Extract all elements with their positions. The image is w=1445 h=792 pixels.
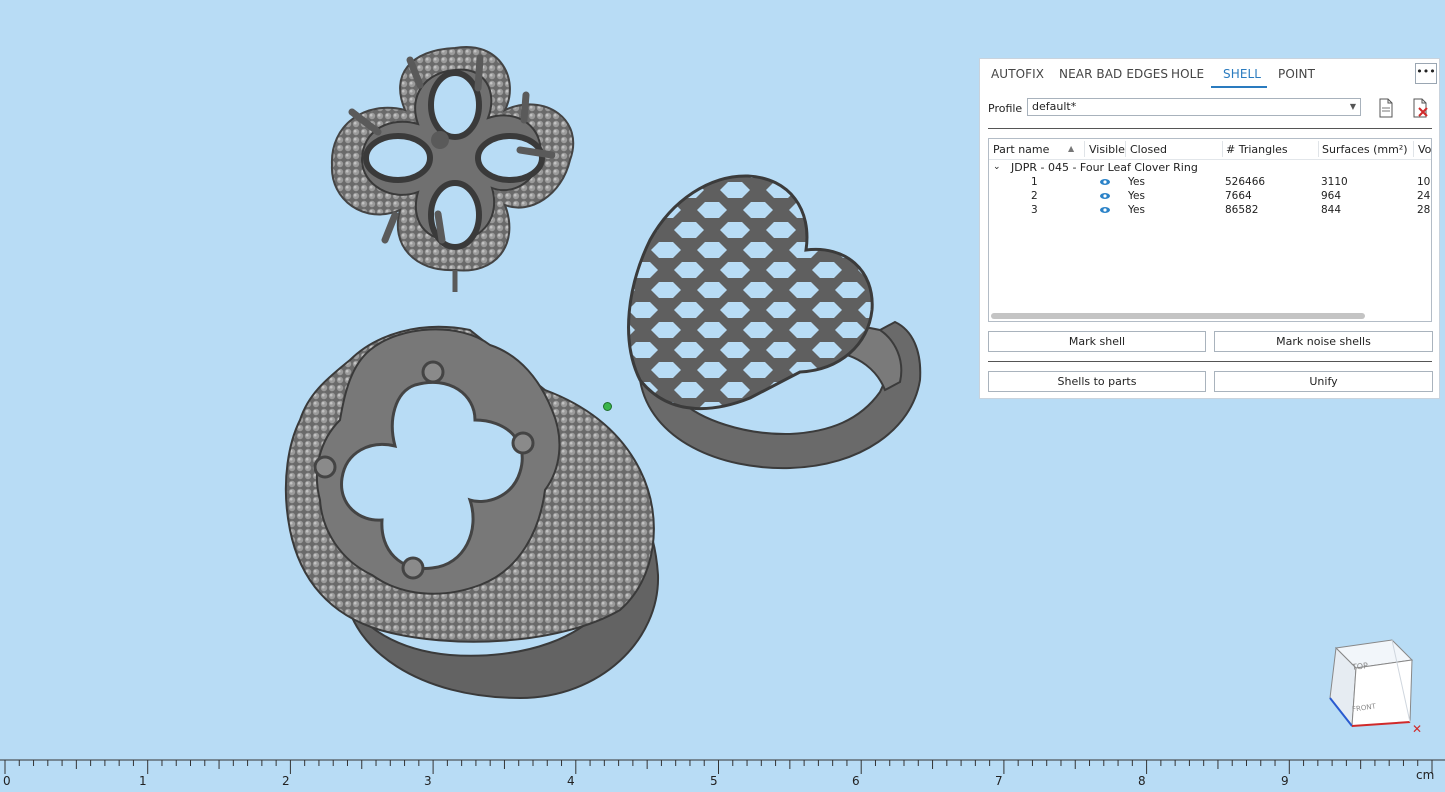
ruler-label: 7	[995, 774, 1003, 788]
shells-to-parts-button[interactable]: Shells to parts	[988, 371, 1206, 392]
sort-ascending-icon: ▲	[1068, 144, 1075, 153]
closed-value: Yes	[1128, 190, 1145, 202]
group-name: JDPR - 045 - Four Leaf Clover Ring	[1011, 161, 1198, 174]
col-triangles[interactable]: # Triangles	[1226, 143, 1288, 156]
shell-table: Part name ▲ Visible Closed # Triangles S…	[988, 138, 1432, 322]
col-surfaces[interactable]: Surfaces (mm²)	[1322, 143, 1408, 156]
divider	[988, 128, 1432, 129]
surfaces-value: 964	[1321, 190, 1342, 202]
tab-hole[interactable]: HOLE	[1171, 67, 1204, 81]
ruler-label: 6	[852, 774, 860, 788]
tab-near-bad-edges[interactable]: NEAR BAD EDGES	[1059, 67, 1168, 81]
tab-autofix[interactable]: AUTOFIX	[991, 67, 1044, 81]
shell-name: 1	[1031, 176, 1038, 188]
chevron-down-icon: ▼	[1349, 102, 1356, 111]
ruler-label: 2	[282, 774, 290, 788]
mark-shell-button[interactable]: Mark shell	[988, 331, 1206, 352]
active-tab-indicator	[1211, 86, 1267, 88]
delete-profile-icon[interactable]	[1411, 98, 1429, 118]
clover-setting-model[interactable]	[330, 45, 575, 292]
closed-value: Yes	[1128, 204, 1145, 216]
col-visible[interactable]: Visible	[1089, 143, 1125, 156]
surfaces-value: 3110	[1321, 176, 1348, 188]
table-header: Part name ▲ Visible Closed # Triangles S…	[989, 139, 1431, 160]
eye-icon[interactable]	[1100, 178, 1110, 186]
ruler-label: 0	[3, 774, 11, 788]
tab-bar: AUTOFIX NEAR BAD EDGES HOLE SHELL POINT …	[980, 59, 1439, 89]
col-closed[interactable]: Closed	[1130, 143, 1167, 156]
profile-label: Profile	[988, 102, 1023, 115]
surfaces-value: 844	[1321, 204, 1342, 216]
column-separator	[1084, 141, 1085, 157]
ruler-label: 9	[1281, 774, 1289, 788]
horizontal-scrollbar[interactable]	[991, 313, 1365, 319]
eye-icon[interactable]	[1100, 206, 1110, 214]
profile-value: default*	[1032, 100, 1077, 113]
chevron-down-icon[interactable]: ⌄	[993, 162, 1001, 172]
ruler-unit: cm	[1416, 768, 1435, 782]
honeycomb-ring-model[interactable]	[627, 174, 922, 470]
volume-value: 287	[1417, 204, 1431, 216]
mark-noise-shells-button[interactable]: Mark noise shells	[1214, 331, 1433, 352]
table-row[interactable]: 3 Yes 86582 844 287	[989, 204, 1431, 218]
triangles-value: 86582	[1225, 204, 1259, 216]
column-separator	[1222, 141, 1223, 157]
view-cube[interactable]: TOP FRONT ✕	[1322, 636, 1422, 746]
volume-value: 109	[1417, 176, 1431, 188]
eye-icon[interactable]	[1100, 192, 1110, 200]
ruler-label: 5	[710, 774, 718, 788]
shell-name: 3	[1031, 204, 1038, 216]
divider	[988, 361, 1432, 362]
ruler-label: 1	[139, 774, 147, 788]
volume-value: 242	[1417, 190, 1431, 202]
unify-button[interactable]: Unify	[1214, 371, 1433, 392]
close-icon[interactable]: ✕	[1412, 722, 1422, 736]
ruler-ticks	[0, 759, 1445, 774]
tab-shell[interactable]: SHELL	[1223, 67, 1261, 81]
more-options-button[interactable]: •••	[1415, 63, 1437, 84]
triangles-value: 526466	[1225, 176, 1266, 188]
fix-panel: AUTOFIX NEAR BAD EDGES HOLE SHELL POINT …	[979, 58, 1440, 399]
pivot-point-marker	[603, 402, 612, 411]
triangles-value: 7664	[1225, 190, 1252, 202]
column-separator	[1318, 141, 1319, 157]
ruler-label: 8	[1138, 774, 1146, 788]
table-row[interactable]: 1 Yes 526466 3110 109	[989, 176, 1431, 190]
beaded-ring-model[interactable]	[284, 325, 660, 700]
ruler: 0 1 2 3 4 5 6 7 8 9 cm	[0, 758, 1445, 792]
col-volume[interactable]: Vo	[1418, 143, 1431, 156]
ruler-label: 4	[567, 774, 575, 788]
col-part-name[interactable]: Part name	[993, 143, 1049, 156]
load-profile-icon[interactable]	[1377, 98, 1395, 118]
table-row[interactable]: 2 Yes 7664 964 242	[989, 190, 1431, 204]
column-separator	[1413, 141, 1414, 157]
column-separator	[1125, 141, 1126, 157]
cube-top-label: TOP	[1351, 661, 1369, 672]
shell-name: 2	[1031, 190, 1038, 202]
closed-value: Yes	[1128, 176, 1145, 188]
tab-point[interactable]: POINT	[1278, 67, 1315, 81]
part-group-row[interactable]: ⌄ JDPR - 045 - Four Leaf Clover Ring	[989, 161, 1431, 175]
ruler-label: 3	[424, 774, 432, 788]
profile-dropdown[interactable]: default* ▼	[1027, 98, 1361, 116]
